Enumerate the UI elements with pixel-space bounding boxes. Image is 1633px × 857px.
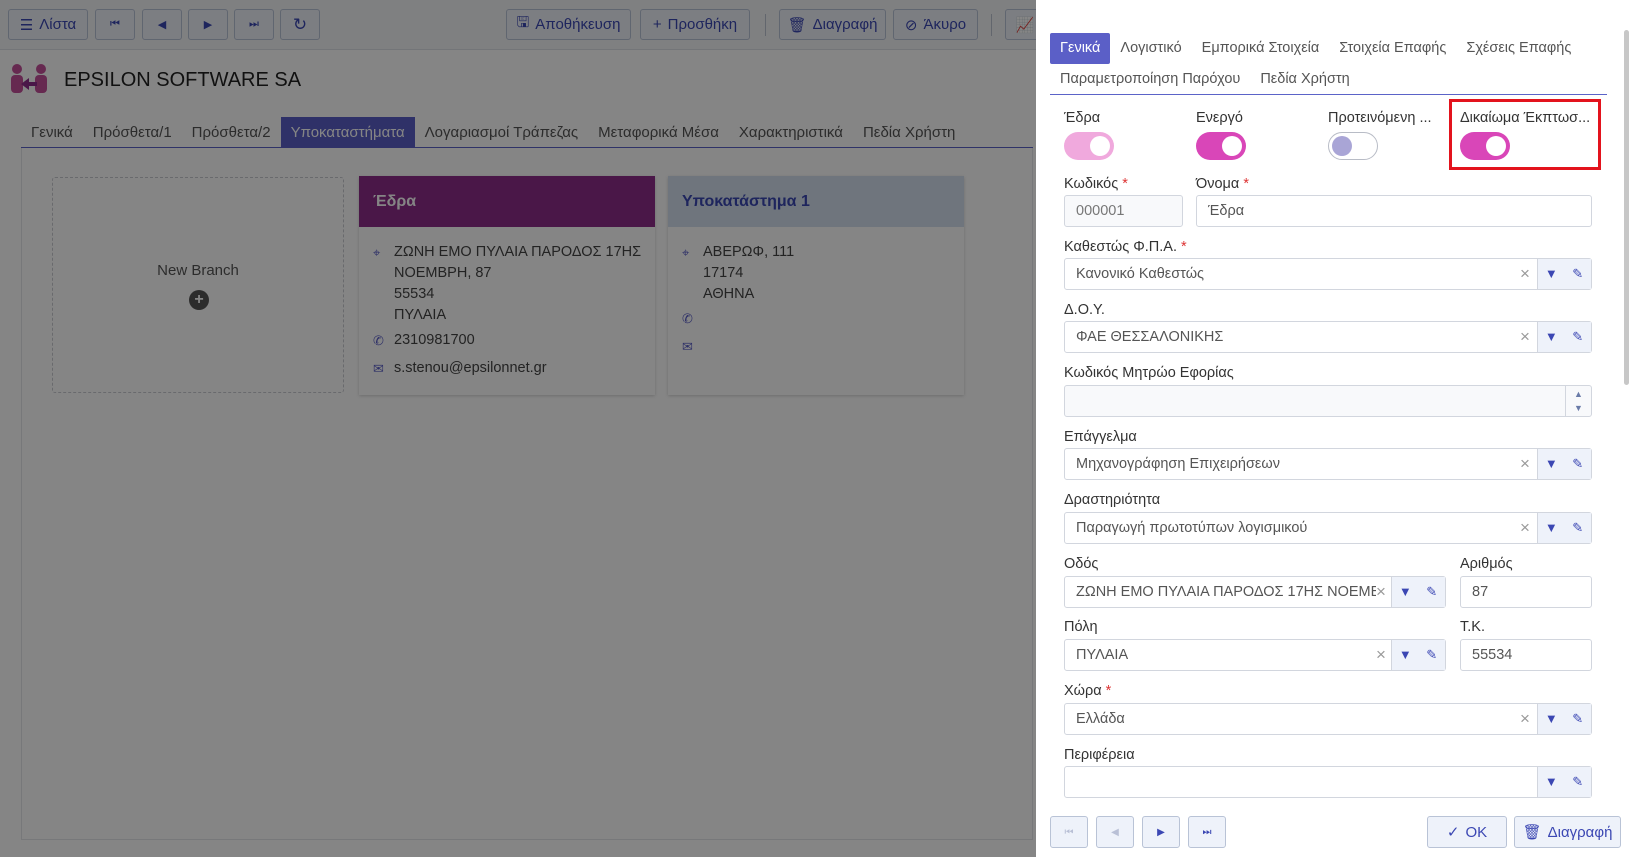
required-marker: * (1181, 239, 1187, 255)
edit-pencil-icon[interactable]: ✎ (1419, 640, 1446, 670)
panel-scrollbar[interactable] (1624, 30, 1629, 385)
required-marker: * (1122, 176, 1128, 192)
edit-pencil-icon[interactable]: ✎ (1565, 767, 1592, 797)
kodikos-input[interactable]: 000001 (1064, 195, 1183, 227)
panel-last-button[interactable]: ⏭ (1188, 816, 1226, 848)
required-marker: * (1243, 176, 1249, 192)
dropdown-icon[interactable]: ▼ (1538, 259, 1565, 289)
first-icon: ⏮ (1064, 826, 1074, 838)
next-icon: ▶ (1157, 826, 1165, 838)
toggle-label-energo: Ενεργό (1196, 110, 1243, 126)
fpa-label: Καθεστώς Φ.Π.Α. * (1064, 239, 1187, 255)
epaggelma-combo[interactable]: Μηχανογράφηση Επιχειρήσεων × ▼ ✎ (1064, 448, 1592, 480)
clear-icon[interactable]: × (1520, 322, 1530, 352)
edit-pencil-icon[interactable]: ✎ (1419, 577, 1446, 607)
panel-prev-button[interactable]: ◀ (1096, 816, 1134, 848)
edit-pencil-icon[interactable]: ✎ (1565, 322, 1592, 352)
edit-pencil-icon[interactable]: ✎ (1565, 513, 1592, 543)
panel-tab-parametropoiisi[interactable]: Παραμετροποίηση Παρόχου (1050, 64, 1250, 95)
dropdown-icon[interactable]: ▼ (1538, 513, 1565, 543)
doy-label: Δ.Ο.Υ. (1064, 302, 1105, 318)
clear-icon[interactable]: × (1376, 577, 1386, 607)
panel-tab-logistiko[interactable]: Λογιστικό (1110, 33, 1191, 64)
mitroo-label: Κωδικός Μητρώο Εφορίας (1064, 365, 1234, 381)
required-marker: * (1105, 683, 1112, 699)
epaggelma-label: Επάγγελμα (1064, 429, 1137, 445)
odos-combo[interactable]: ΖΩΝΗ ΕΜΟ ΠΥΛΑΙΑ ΠΑΡΟΔΟΣ 17ΗΣ ΝΟΕΜΒ... × … (1064, 576, 1446, 608)
panel-tab-emporika[interactable]: Εμπορικά Στοιχεία (1192, 33, 1330, 64)
check-icon: ✓ (1446, 824, 1460, 841)
onoma-input[interactable]: Έδρα (1196, 195, 1592, 227)
drastiriotita-label: Δραστηριότητα (1064, 492, 1161, 508)
tk-input[interactable]: 55534 (1460, 639, 1592, 671)
edit-pencil-icon[interactable]: ✎ (1565, 449, 1592, 479)
panel-tab-pedia-xristi[interactable]: Πεδία Χρήστη (1250, 64, 1359, 95)
xora-label: Χώρα * (1064, 683, 1112, 699)
modal-backdrop[interactable] (0, 0, 1036, 857)
mitroo-number-input[interactable] (1064, 385, 1592, 417)
panel-tab-stoixeia-epafis[interactable]: Στοιχεία Επαφής (1329, 33, 1456, 64)
perifereia-combo[interactable]: ▼ ✎ (1064, 766, 1592, 798)
dropdown-icon[interactable]: ▼ (1392, 577, 1419, 607)
panel-first-button[interactable]: ⏮ (1050, 816, 1088, 848)
edit-pencil-icon[interactable]: ✎ (1565, 259, 1592, 289)
arithmos-label: Αριθμός (1460, 556, 1513, 572)
proteinomeni-toggle[interactable] (1328, 132, 1378, 160)
clear-icon[interactable]: × (1376, 640, 1386, 670)
dropdown-icon[interactable]: ▼ (1538, 322, 1565, 352)
energo-toggle[interactable] (1196, 132, 1246, 160)
panel-delete-button[interactable]: 🗑 Διαγραφή (1514, 816, 1621, 848)
panel-tab-genika[interactable]: Γενικά (1050, 33, 1111, 64)
clear-icon[interactable]: × (1520, 704, 1530, 734)
prev-icon: ◀ (1111, 826, 1119, 838)
doy-combo[interactable]: ΦΑΕ ΘΕΣΣΑΛΟΝΙΚΗΣ × ▼ ✎ (1064, 321, 1592, 353)
panel-tab-sxeseis-epafis[interactable]: Σχέσεις Επαφής (1456, 33, 1581, 64)
trash-icon: 🗑 (1522, 824, 1542, 841)
onoma-label: Όνομα * (1196, 176, 1249, 192)
xora-combo[interactable]: Ελλάδα × ▼ ✎ (1064, 703, 1592, 735)
arithmos-input[interactable]: 87 (1460, 576, 1592, 608)
fpa-combo[interactable]: Κανονικό Καθεστώς × ▼ ✎ (1064, 258, 1592, 290)
toggle-label-proteinomeni: Προτεινόμενη ... (1328, 110, 1432, 126)
dropdown-icon[interactable]: ▼ (1538, 449, 1565, 479)
odos-label: Οδός (1064, 556, 1099, 572)
ok-button[interactable]: ✓ OK (1427, 816, 1507, 848)
panel-tabs: Γενικά Λογιστικό Εμπορικά Στοιχεία Στοιχ… (1050, 33, 1607, 95)
clear-icon[interactable]: × (1520, 513, 1530, 543)
drastiriotita-combo[interactable]: Παραγωγή πρωτοτύπων λογισμικού × ▼ ✎ (1064, 512, 1592, 544)
poli-label: Πόλη (1064, 619, 1098, 635)
last-icon: ⏭ (1202, 826, 1212, 838)
kodikos-label: Κωδικός * (1064, 176, 1128, 192)
poli-combo[interactable]: ΠΥΛΑΙΑ × ▼ ✎ (1064, 639, 1446, 671)
toggle-label-edra: Έδρα (1064, 110, 1101, 126)
tk-label: Τ.Κ. (1460, 619, 1485, 635)
edra-toggle[interactable] (1064, 132, 1114, 160)
app-background: ☰ Λίστα ⏮ ◀ ▶ ⏭ ↻ 🖫 Αποθήκευση + Προσθήκ… (0, 0, 1633, 857)
clear-icon[interactable]: × (1520, 259, 1530, 289)
panel-next-button[interactable]: ▶ (1142, 816, 1180, 848)
edit-pencil-icon[interactable]: ✎ (1565, 704, 1592, 734)
dropdown-icon[interactable]: ▼ (1392, 640, 1419, 670)
dropdown-icon[interactable]: ▼ (1538, 767, 1565, 797)
clear-icon[interactable]: × (1520, 449, 1530, 479)
spinner-arrows-icon[interactable]: ▲ ▼ (1565, 386, 1591, 416)
dropdown-icon[interactable]: ▼ (1538, 704, 1565, 734)
highlight-box (1449, 99, 1601, 170)
perifereia-label: Περιφέρεια (1064, 747, 1135, 763)
